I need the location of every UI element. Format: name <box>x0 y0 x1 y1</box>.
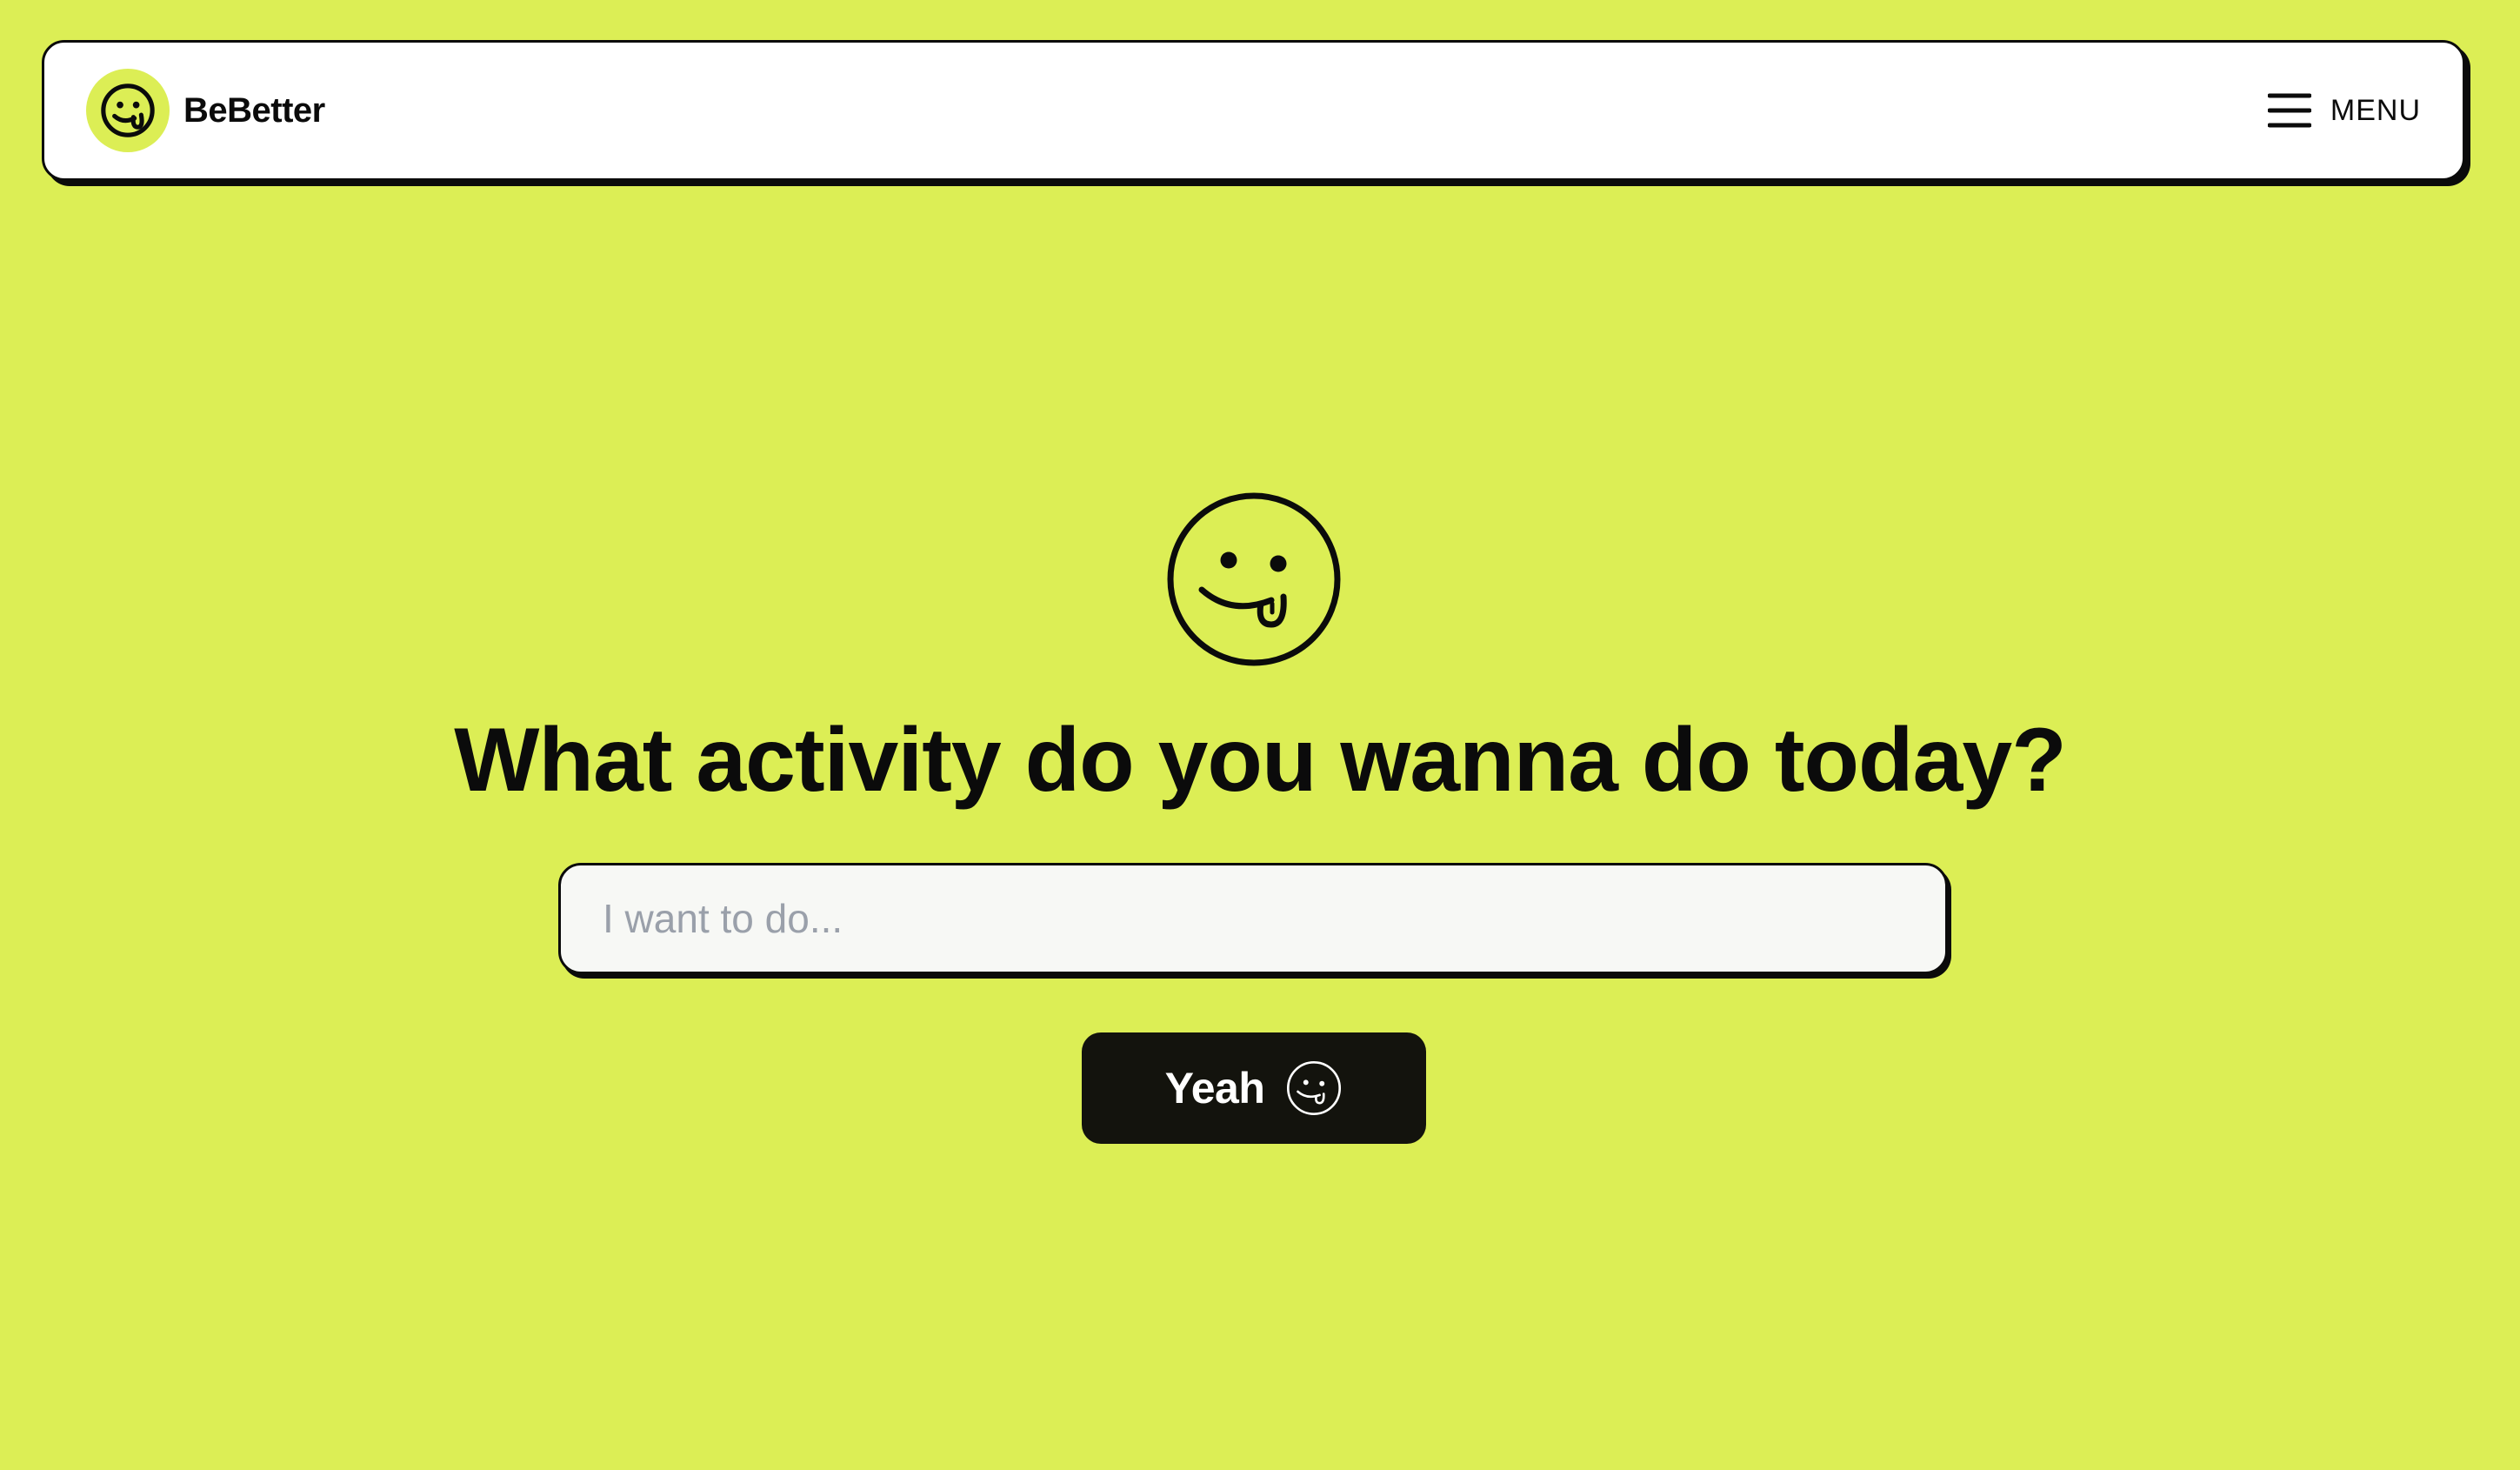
top-navbar: BeBetter MENU <box>42 40 2465 181</box>
tongue-smiley-icon <box>1287 1060 1342 1116</box>
brand[interactable]: BeBetter <box>86 69 325 152</box>
tongue-smiley-icon <box>101 84 155 137</box>
submit-label: Yeah <box>1164 1064 1265 1113</box>
menu-button[interactable]: MENU <box>2267 92 2421 129</box>
tongue-smiley-icon <box>1167 492 1341 666</box>
activity-input[interactable] <box>558 863 1948 974</box>
brand-name: BeBetter <box>183 90 325 130</box>
logo-badge <box>86 69 170 152</box>
hamburger-icon <box>2267 93 2311 128</box>
page-title: What activity do you wanna do today? <box>454 710 2066 811</box>
submit-button[interactable]: Yeah <box>1082 1032 1426 1144</box>
menu-label: MENU <box>2330 93 2421 127</box>
